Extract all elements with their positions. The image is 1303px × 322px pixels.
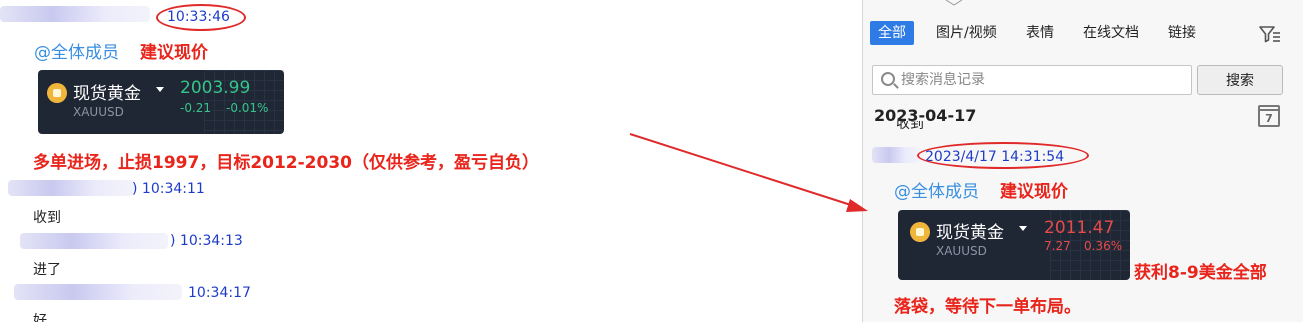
annotation-arrow — [629, 133, 868, 212]
